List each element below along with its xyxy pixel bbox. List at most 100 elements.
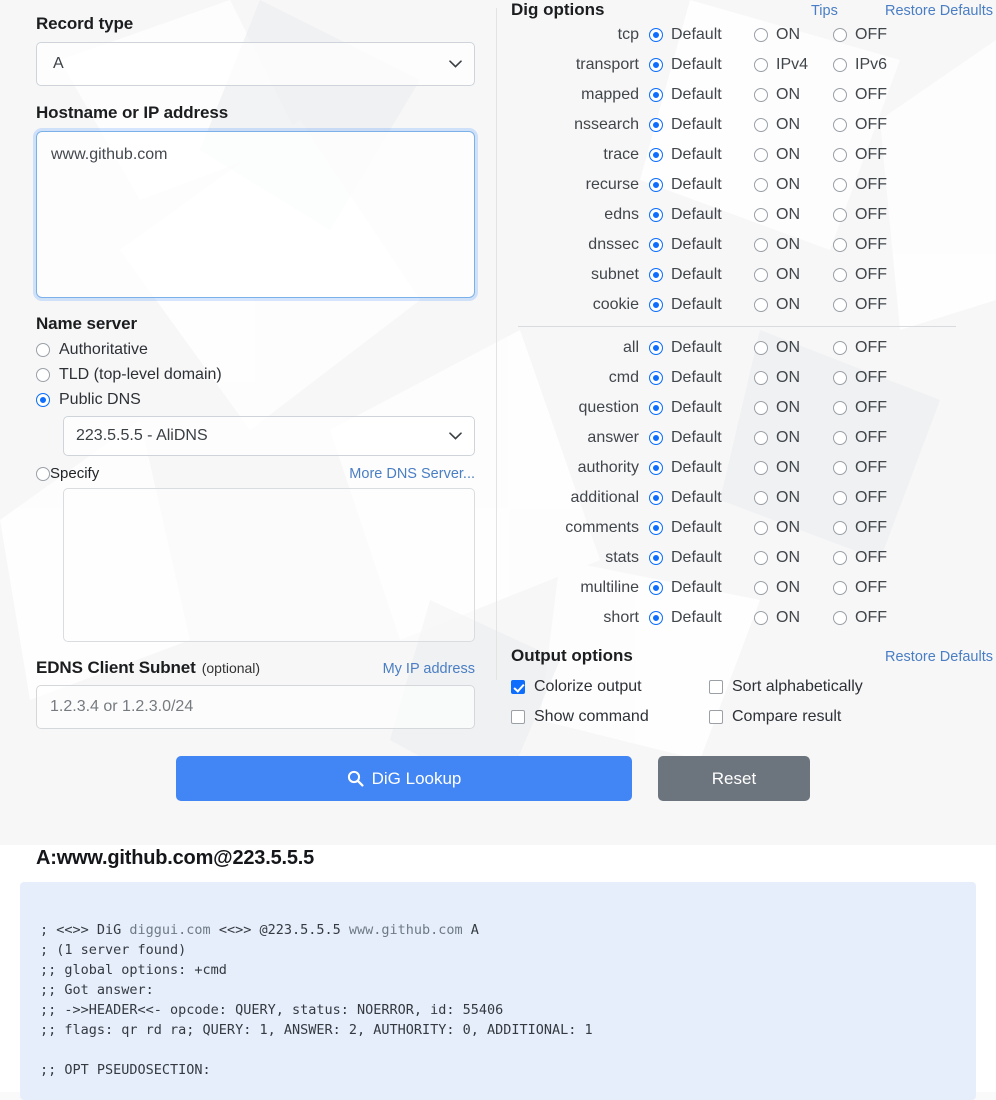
radio-icon-selected[interactable]: [649, 58, 663, 72]
radio-icon[interactable]: [754, 208, 768, 222]
choice-off[interactable]: OFF: [833, 609, 913, 627]
radio-icon[interactable]: [833, 551, 847, 565]
choice-default[interactable]: Default: [649, 459, 754, 477]
choice-default[interactable]: Default: [649, 549, 754, 567]
radio-icon[interactable]: [754, 298, 768, 312]
radio-icon-selected[interactable]: [649, 611, 663, 625]
choice-default[interactable]: Default: [649, 176, 754, 194]
choice-default[interactable]: Default: [649, 86, 754, 104]
choice-on[interactable]: ON: [754, 146, 833, 164]
edns-subnet-input[interactable]: 1.2.3.4 or 1.2.3.0/24: [36, 685, 475, 729]
choice-on[interactable]: ON: [754, 86, 833, 104]
result-output[interactable]: ; <<>> DiG diggui.com <<>> @223.5.5.5 ww…: [20, 882, 976, 1100]
radio-icon-selected[interactable]: [649, 178, 663, 192]
radio-icon-selected[interactable]: [649, 238, 663, 252]
choice-off[interactable]: OFF: [833, 579, 913, 597]
radio-icon-selected[interactable]: [649, 208, 663, 222]
choice-off[interactable]: OFF: [833, 296, 913, 314]
radio-icon[interactable]: [754, 28, 768, 42]
radio-icon[interactable]: [833, 238, 847, 252]
choice-off[interactable]: OFF: [833, 519, 913, 537]
radio-icon[interactable]: [833, 401, 847, 415]
name-server-option-public-dns[interactable]: Public DNS: [36, 391, 497, 409]
checkbox-icon[interactable]: [511, 710, 525, 724]
checkbox-compare-result[interactable]: Compare result: [709, 708, 841, 726]
radio-icon-selected[interactable]: [649, 88, 663, 102]
radio-icon[interactable]: [833, 431, 847, 445]
radio-icon[interactable]: [754, 88, 768, 102]
radio-icon[interactable]: [833, 88, 847, 102]
record-type-select[interactable]: A: [36, 42, 475, 86]
hostname-input[interactable]: www.github.com: [36, 131, 475, 298]
choice-default[interactable]: Default: [649, 579, 754, 597]
radio-icon[interactable]: [754, 461, 768, 475]
choice-default[interactable]: Default: [649, 609, 754, 627]
choice-default[interactable]: Default: [649, 26, 754, 44]
choice-on[interactable]: ON: [754, 609, 833, 627]
radio-icon[interactable]: [754, 58, 768, 72]
radio-icon-selected[interactable]: [649, 521, 663, 535]
choice-default[interactable]: Default: [649, 489, 754, 507]
choice-default[interactable]: Default: [649, 206, 754, 224]
radio-icon[interactable]: [833, 371, 847, 385]
radio-icon[interactable]: [754, 148, 768, 162]
choice-off[interactable]: OFF: [833, 339, 913, 357]
choice-on[interactable]: ON: [754, 116, 833, 134]
choice-default[interactable]: Default: [649, 519, 754, 537]
radio-icon-selected[interactable]: [649, 298, 663, 312]
radio-icon[interactable]: [36, 368, 50, 382]
choice-off[interactable]: OFF: [833, 206, 913, 224]
choice-on[interactable]: ON: [754, 399, 833, 417]
radio-icon[interactable]: [754, 491, 768, 505]
radio-icon-selected[interactable]: [649, 401, 663, 415]
radio-icon[interactable]: [833, 341, 847, 355]
name-server-option-tld[interactable]: TLD (top-level domain): [36, 366, 497, 384]
radio-icon[interactable]: [754, 118, 768, 132]
choice-default[interactable]: Default: [649, 339, 754, 357]
radio-icon[interactable]: [833, 58, 847, 72]
choice-ipv4[interactable]: IPv4: [754, 56, 833, 74]
name-server-option-authoritative[interactable]: Authoritative: [36, 341, 497, 359]
choice-default[interactable]: Default: [649, 116, 754, 134]
choice-on[interactable]: ON: [754, 296, 833, 314]
choice-default[interactable]: Default: [649, 236, 754, 254]
checkbox-show-command[interactable]: Show command: [511, 708, 709, 726]
choice-default[interactable]: Default: [649, 266, 754, 284]
radio-icon[interactable]: [833, 461, 847, 475]
choice-on[interactable]: ON: [754, 266, 833, 284]
radio-icon-selected[interactable]: [649, 431, 663, 445]
radio-icon[interactable]: [833, 581, 847, 595]
choice-on[interactable]: ON: [754, 369, 833, 387]
radio-icon-selected[interactable]: [649, 491, 663, 505]
choice-off[interactable]: OFF: [833, 176, 913, 194]
radio-icon[interactable]: [754, 551, 768, 565]
public-dns-select[interactable]: 223.5.5.5 - AliDNS: [63, 416, 475, 456]
choice-off[interactable]: OFF: [833, 429, 913, 447]
radio-icon[interactable]: [833, 521, 847, 535]
radio-icon[interactable]: [754, 238, 768, 252]
radio-icon[interactable]: [833, 268, 847, 282]
radio-icon-selected[interactable]: [649, 581, 663, 595]
choice-off[interactable]: OFF: [833, 116, 913, 134]
choice-off[interactable]: OFF: [833, 146, 913, 164]
checkbox-icon[interactable]: [709, 680, 723, 694]
choice-off[interactable]: OFF: [833, 86, 913, 104]
choice-default[interactable]: Default: [649, 369, 754, 387]
radio-icon[interactable]: [754, 178, 768, 192]
choice-default[interactable]: Default: [649, 429, 754, 447]
checkbox-sort-alphabetically[interactable]: Sort alphabetically: [709, 678, 863, 696]
radio-icon-selected[interactable]: [649, 551, 663, 565]
choice-on[interactable]: ON: [754, 429, 833, 447]
radio-icon[interactable]: [833, 298, 847, 312]
checkbox-icon[interactable]: [709, 710, 723, 724]
dig-lookup-button[interactable]: DiG Lookup: [176, 756, 632, 801]
radio-icon[interactable]: [833, 118, 847, 132]
choice-off[interactable]: OFF: [833, 236, 913, 254]
choice-off[interactable]: OFF: [833, 369, 913, 387]
radio-icon[interactable]: [754, 431, 768, 445]
radio-icon-selected[interactable]: [649, 461, 663, 475]
choice-default[interactable]: Default: [649, 296, 754, 314]
choice-off[interactable]: OFF: [833, 459, 913, 477]
reset-button[interactable]: Reset: [658, 756, 810, 801]
radio-icon[interactable]: [833, 208, 847, 222]
